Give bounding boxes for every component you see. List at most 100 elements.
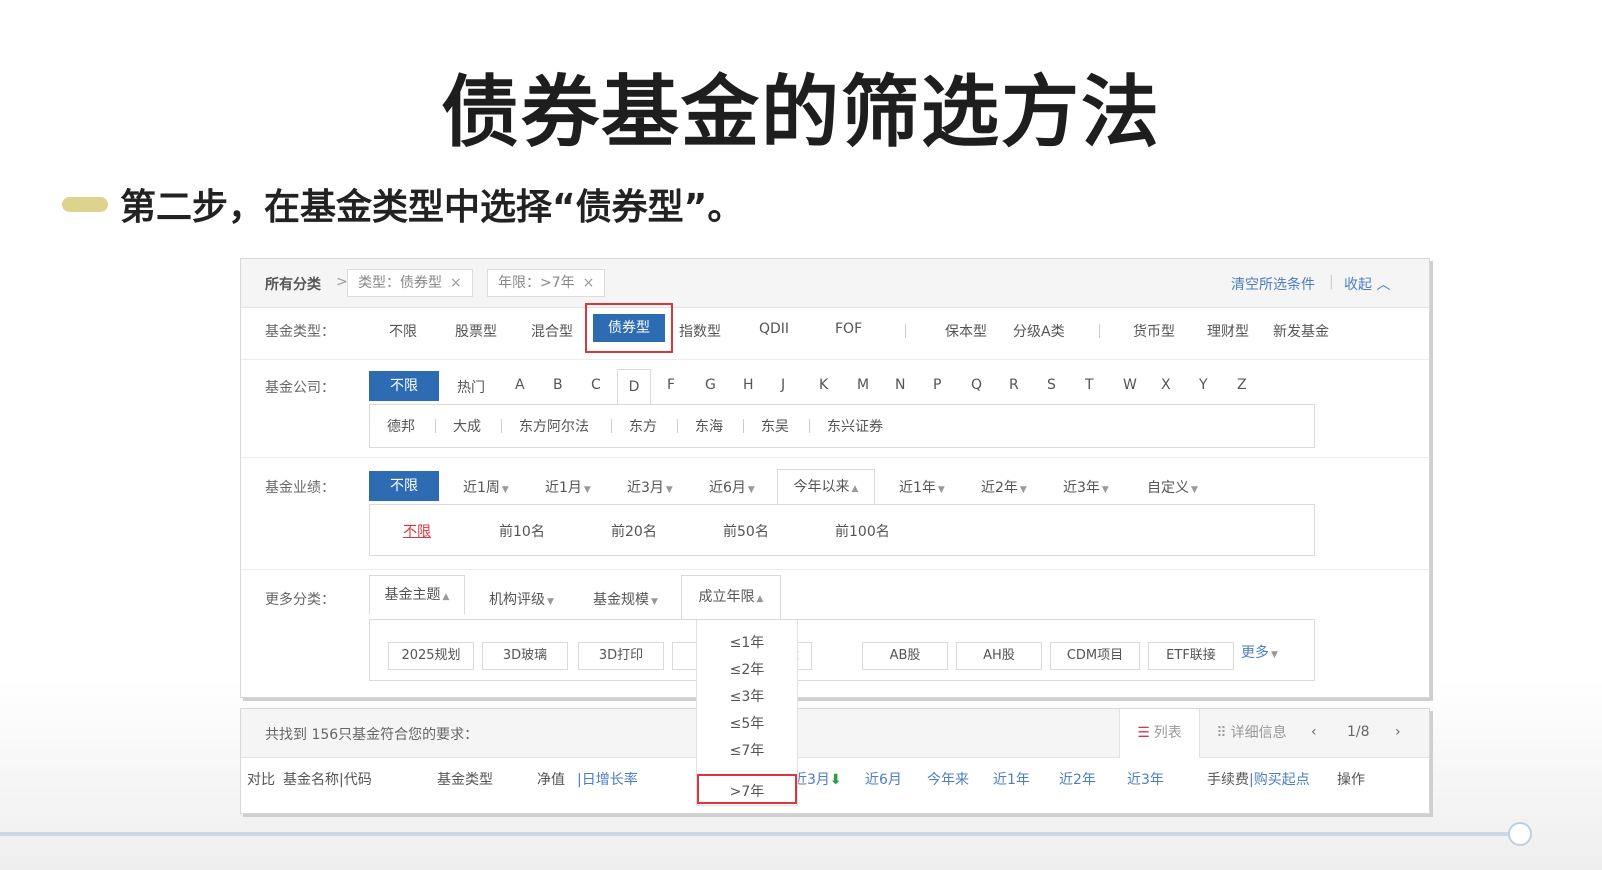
age-option[interactable]: ≤3年	[697, 686, 797, 706]
fund-type-option[interactable]: 理财型	[1207, 321, 1249, 341]
theme-chip[interactable]: 3D打印	[578, 642, 664, 670]
slide-progress-knob[interactable]	[1508, 822, 1532, 846]
theme-chip[interactable]: 3D玻璃	[482, 642, 568, 670]
divider	[611, 419, 612, 433]
age-option[interactable]: ≤7年	[697, 740, 797, 760]
tab-label: 机构评级	[489, 592, 545, 608]
letter-tab[interactable]: H	[743, 377, 754, 393]
more-tab-active[interactable]: 成立年限 ▲	[681, 575, 781, 621]
letter-tab[interactable]: M	[857, 377, 869, 393]
period-option[interactable]: 自定义 ▼	[1147, 477, 1198, 497]
period-option[interactable]: 近1月 ▼	[545, 477, 591, 497]
rank-option-selected[interactable]: 不限	[403, 521, 431, 541]
rank-option[interactable]: 前100名	[835, 521, 890, 541]
letter-tab[interactable]: C	[591, 377, 601, 393]
fund-type-option[interactable]: 混合型	[531, 321, 573, 341]
letter-tab[interactable]: B	[553, 377, 563, 393]
theme-chip[interactable]: CDM项目	[1050, 642, 1140, 670]
letter-tab[interactable]: R	[1009, 377, 1019, 393]
column-header[interactable]: 近3月⬇	[793, 769, 842, 789]
list-view-button[interactable]: ☰ 列表	[1119, 709, 1199, 758]
next-page-icon[interactable]: ›	[1395, 724, 1401, 740]
letter-tab-active[interactable]: D	[617, 369, 651, 405]
fund-type-option[interactable]: FOF	[835, 321, 862, 337]
rank-option[interactable]: 前10名	[499, 521, 545, 541]
fund-type-option[interactable]: 股票型	[455, 321, 497, 341]
company-option[interactable]: 东海	[695, 416, 723, 436]
fund-type-option[interactable]: 保本型	[945, 321, 987, 341]
period-option[interactable]: 近3月 ▼	[627, 477, 673, 497]
column-header[interactable]: 基金名称|代码	[283, 769, 372, 789]
column-header[interactable]: 近6月	[865, 769, 902, 789]
close-icon[interactable]: ×	[583, 275, 595, 291]
letter-tab[interactable]: F	[667, 377, 675, 393]
letter-tab[interactable]: T	[1085, 377, 1094, 393]
theme-chip[interactable]: ETF联接	[1148, 642, 1234, 670]
more-tab[interactable]: 机构评级 ▼	[489, 589, 554, 609]
period-option[interactable]: 近2年 ▼	[981, 477, 1027, 497]
company-option[interactable]: 东吴	[761, 416, 789, 436]
letter-tab[interactable]: S	[1047, 377, 1056, 393]
period-option-active[interactable]: 今年以来 ▲	[777, 469, 875, 505]
fund-type-option[interactable]: 指数型	[679, 321, 721, 341]
letter-tab[interactable]: Y	[1199, 377, 1208, 393]
fund-type-option[interactable]: 不限	[389, 321, 417, 341]
rank-option[interactable]: 前50名	[723, 521, 769, 541]
more-link[interactable]: 更多 ▼	[1241, 642, 1278, 662]
fund-type-option[interactable]: 货币型	[1133, 321, 1175, 341]
age-option[interactable]: ≤1年	[697, 632, 797, 652]
column-header[interactable]: 近2年	[1059, 769, 1096, 789]
fund-type-option[interactable]: QDII	[759, 321, 789, 337]
fund-type-option[interactable]: 分级A类	[1013, 321, 1065, 341]
more-tab[interactable]: 基金规模 ▼	[593, 589, 658, 609]
letter-tab[interactable]: N	[895, 377, 905, 393]
rank-option[interactable]: 前20名	[611, 521, 657, 541]
company-option[interactable]: 东方阿尔法	[519, 416, 589, 436]
more-tab-active[interactable]: 基金主题 ▲	[369, 575, 465, 615]
breadcrumb-root[interactable]: 所有分类	[265, 274, 321, 294]
column-header[interactable]: 近3年	[1127, 769, 1164, 789]
letter-tab[interactable]: Z	[1237, 377, 1247, 393]
theme-chip[interactable]: AH股	[956, 642, 1042, 670]
fund-company-hot[interactable]: 热门	[457, 377, 485, 397]
letter-tab[interactable]: A	[515, 377, 525, 393]
letter-tab[interactable]: G	[705, 377, 716, 393]
column-header[interactable]: |日增长率	[577, 769, 638, 789]
letter-tab[interactable]: K	[819, 377, 828, 393]
period-label: 近1周	[463, 480, 500, 496]
fund-company-selected[interactable]: 不限	[369, 371, 439, 401]
period-option[interactable]: 近6月 ▼	[709, 477, 755, 497]
company-option[interactable]: 东兴证券	[827, 416, 883, 436]
fund-type-selected[interactable]: 债券型	[593, 314, 665, 342]
theme-chip[interactable]: AB股	[862, 642, 948, 670]
clear-filters-link[interactable]: 清空所选条件	[1231, 274, 1315, 294]
prev-page-icon[interactable]: ‹	[1311, 724, 1317, 740]
column-label: 手续费	[1207, 772, 1249, 788]
collapse-link[interactable]: 收起 ︿	[1344, 274, 1390, 294]
period-option[interactable]: 近1周 ▼	[463, 477, 509, 497]
letter-tab[interactable]: Q	[971, 377, 982, 393]
age-option[interactable]: ≤5年	[697, 713, 797, 733]
company-option[interactable]: 大成	[453, 416, 481, 436]
fund-type-option[interactable]: 新发基金	[1273, 321, 1329, 341]
period-option[interactable]: 近3年 ▼	[1063, 477, 1109, 497]
column-header[interactable]: 今年来	[927, 769, 969, 789]
theme-chip[interactable]: 2025规划	[388, 642, 474, 670]
column-header[interactable]: 基金类型	[437, 769, 493, 789]
letter-tab[interactable]: J	[781, 377, 785, 393]
column-header[interactable]: 净值	[537, 769, 565, 789]
company-option[interactable]: 德邦	[387, 416, 415, 436]
performance-selected[interactable]: 不限	[369, 471, 439, 501]
detail-view-button[interactable]: ⠿ 详细信息	[1199, 709, 1303, 758]
letter-tab[interactable]: X	[1161, 377, 1171, 393]
letter-tab[interactable]: P	[933, 377, 941, 393]
results-count: 共找到 156只基金符合您的要求：	[265, 727, 479, 743]
close-icon[interactable]: ×	[450, 275, 462, 291]
column-header[interactable]: 手续费|购买起点	[1207, 769, 1310, 789]
column-header[interactable]: 近1年	[993, 769, 1030, 789]
company-option[interactable]: 东方	[629, 416, 657, 436]
age-option[interactable]: ≤2年	[697, 659, 797, 679]
period-option[interactable]: 近1年 ▼	[899, 477, 945, 497]
age-option-selected[interactable]: >7年	[697, 774, 797, 804]
letter-tab[interactable]: W	[1123, 377, 1137, 393]
